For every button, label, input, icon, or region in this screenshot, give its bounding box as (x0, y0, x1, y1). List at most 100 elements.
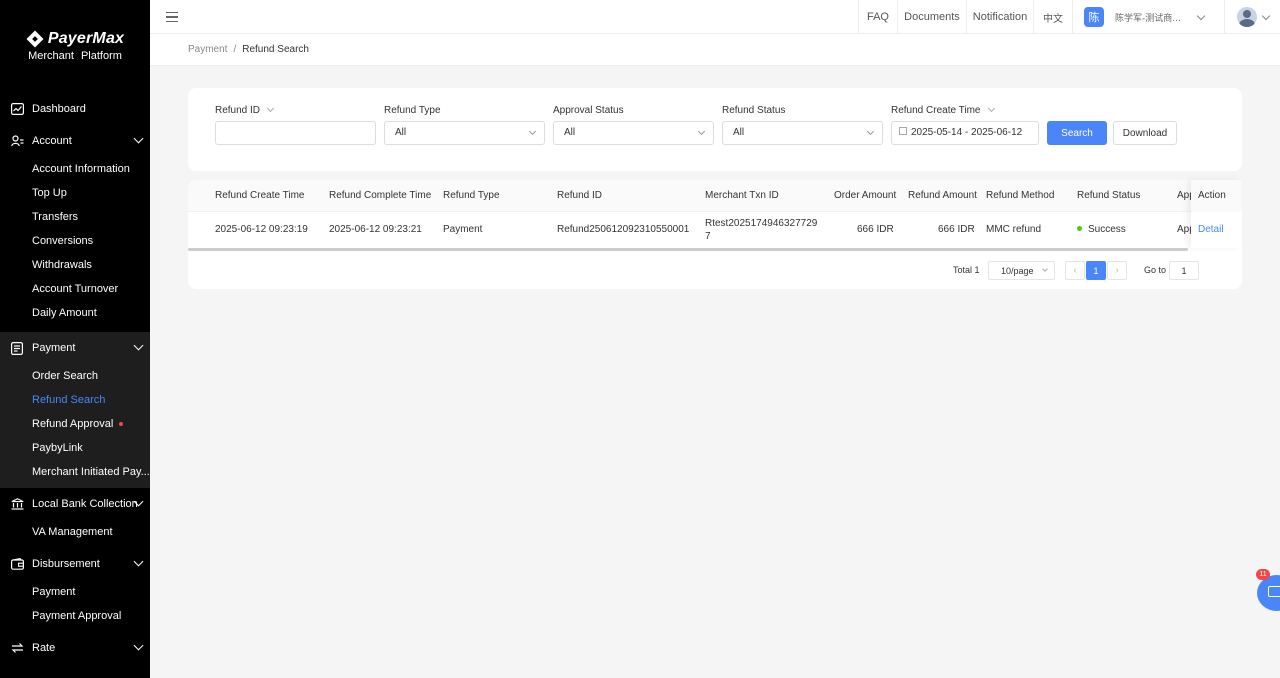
sidebar-item-rate[interactable]: Rate (0, 636, 150, 660)
filter-panel: Refund ID Refund Type All Approval Statu… (188, 88, 1242, 171)
column-refund-create-time: Refund Create Time (215, 190, 305, 201)
payermax-logo-icon (26, 30, 44, 48)
chevron-down-icon (987, 104, 995, 113)
sidebar-item-payment-approval[interactable]: Payment Approval (0, 604, 150, 628)
sidebar-item-label: Local Bank Collection (32, 498, 138, 510)
refund-id-input[interactable] (215, 121, 376, 145)
breadcrumb: Payment / Refund Search (188, 44, 309, 55)
sidebar-item-transfers[interactable]: Transfers (0, 205, 150, 229)
breadcrumb-bar: Payment / Refund Search (150, 34, 1280, 66)
dashboard-icon (10, 102, 24, 116)
sidebar-item-paybylink[interactable]: PaybyLink (0, 436, 150, 460)
sidebar-item-label: Payment (32, 342, 76, 354)
sidebar-item-local-bank-collection[interactable]: Local Bank Collection (0, 492, 150, 516)
refund-table: Refund Create Time Refund Complete Time … (188, 180, 1242, 289)
sidebar-item-withdrawals[interactable]: Withdrawals (0, 253, 150, 277)
chevron-down-icon (133, 640, 144, 651)
sidebar-item-order-search[interactable]: Order Search (0, 364, 150, 388)
column-refund-amount: Refund Amount (908, 190, 977, 201)
chevron-down-icon (133, 340, 144, 351)
chevron-down-icon (1196, 11, 1206, 20)
user-name: 陈学军-测试商... (1115, 13, 1181, 24)
prev-page-button[interactable]: ‹ (1065, 261, 1085, 280)
refund-id-label-text: Refund ID (215, 105, 261, 116)
user-account-dropdown[interactable]: 陈 陈学军-测试商... (1072, 0, 1224, 34)
notification-dot (119, 422, 124, 427)
sidebar-item-payment[interactable]: Payment (0, 336, 150, 360)
approval-status-label: Approval Status (553, 105, 624, 116)
chevron-left-icon: ‹ (1073, 265, 1077, 276)
refund-id-label[interactable]: Refund ID (215, 104, 275, 116)
cell-complete-time: 2025-06-12 09:23:21 (329, 224, 422, 235)
language-label: 中文 (1043, 13, 1063, 25)
wallet-icon (10, 557, 24, 571)
refund-type-label: Refund Type (384, 105, 441, 116)
breadcrumb-parent[interactable]: Payment (188, 44, 227, 55)
next-page-button[interactable]: › (1107, 261, 1127, 280)
column-refund-status: Refund Status (1077, 190, 1141, 201)
chevron-down-icon (133, 556, 144, 567)
sidebar-item-label: Rate (32, 642, 56, 654)
chevron-down-icon (866, 127, 875, 136)
top-header: FAQ Documents Notification 中文 陈 陈学军-测试商.… (150, 0, 1280, 34)
documents-link[interactable]: Documents (897, 0, 966, 34)
profile-menu[interactable] (1224, 0, 1280, 34)
menu-toggle-icon[interactable] (166, 12, 178, 22)
faq-link[interactable]: FAQ (858, 0, 897, 34)
refund-type-select[interactable]: All (384, 121, 545, 145)
horizontal-scrollbar[interactable] (188, 248, 1188, 251)
sidebar-item-merchant-initiated-payment[interactable]: Merchant Initiated Pay... (0, 460, 150, 484)
goto-page-input[interactable]: 1 (1169, 261, 1199, 280)
cell-refund-status: Success (1077, 224, 1126, 235)
approval-status-value: All (564, 127, 576, 138)
download-button[interactable]: Download (1113, 121, 1177, 145)
sidebar-item-disbursement-payment[interactable]: Payment (0, 580, 150, 604)
refund-status-select[interactable]: All (722, 121, 883, 145)
sidebar-item-refund-approval[interactable]: Refund Approval (0, 412, 150, 436)
sidebar-item-daily-amount[interactable]: Daily Amount (0, 301, 150, 325)
date-range-value: 2025-05-14 - 2025-06-12 (911, 127, 1023, 138)
column-action: Action (1198, 190, 1226, 201)
approval-status-select[interactable]: All (553, 121, 714, 145)
status-text: Success (1088, 224, 1126, 235)
merchant-avatar: 陈 (1084, 7, 1104, 27)
chevron-down-icon (697, 127, 706, 136)
sidebar-item-account[interactable]: Account (0, 129, 150, 153)
column-refund-id: Refund ID (557, 190, 603, 201)
sidebar-item-top-up[interactable]: Top Up (0, 181, 150, 205)
brand-logo[interactable]: PayerMax Merchant Platform (0, 0, 150, 88)
page-button-current[interactable]: 1 (1086, 261, 1106, 280)
sidebar-item-dashboard[interactable]: Dashboard (0, 97, 150, 121)
breadcrumb-current: Refund Search (242, 44, 309, 55)
page-size-select[interactable]: 10/page (988, 261, 1055, 280)
column-merchant-txn-id: Merchant Txn ID (705, 190, 779, 201)
bank-icon (10, 497, 24, 511)
search-button[interactable]: Search (1047, 121, 1107, 145)
brand-name: PayerMax (47, 30, 125, 47)
sidebar-item-label: Refund Approval (32, 418, 114, 430)
notification-link[interactable]: Notification (966, 0, 1033, 34)
refund-create-time-label[interactable]: Refund Create Time (891, 104, 995, 116)
document-icon (10, 341, 24, 355)
sidebar: PayerMax Merchant Platform Dashboard Acc… (0, 0, 150, 678)
sidebar-item-account-information[interactable]: Account Information (0, 157, 150, 181)
chat-unread-badge: 11 (1256, 569, 1270, 580)
date-range-picker[interactable]: 2025-05-14 - 2025-06-12 (891, 121, 1039, 145)
page-size-value: 10/page (1001, 265, 1034, 276)
chevron-down-icon (1042, 266, 1048, 272)
sidebar-item-account-turnover[interactable]: Account Turnover (0, 277, 150, 301)
chat-support-button[interactable] (1257, 575, 1280, 611)
cell-refund-method: MMC refund (986, 224, 1042, 235)
column-refund-type: Refund Type (443, 190, 500, 201)
sidebar-item-disbursement[interactable]: Disbursement (0, 552, 150, 576)
sidebar-item-refund-search[interactable]: Refund Search (0, 388, 150, 412)
cell-refund-type: Payment (443, 224, 483, 235)
calendar-icon (899, 127, 907, 136)
cell-order-amount: 666 IDR (857, 224, 894, 235)
sidebar-item-conversions[interactable]: Conversions (0, 229, 150, 253)
goto-label: Go to (1144, 265, 1167, 275)
language-switch[interactable]: 中文 (1033, 0, 1072, 34)
chevron-down-icon (1261, 11, 1270, 20)
sidebar-item-va-management[interactable]: VA Management (0, 520, 150, 544)
detail-link[interactable]: Detail (1198, 224, 1224, 235)
